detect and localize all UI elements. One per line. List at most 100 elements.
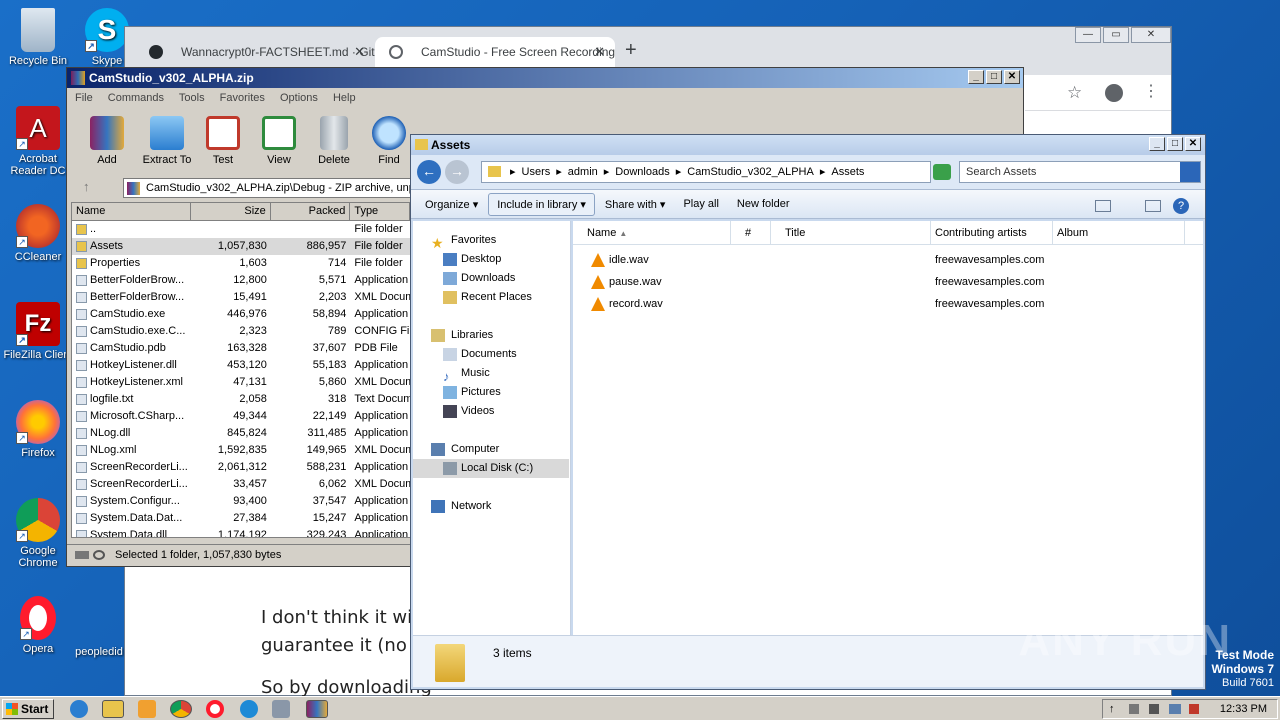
nav-network[interactable]: Network [413, 497, 569, 516]
table-row[interactable]: System.Data.dll 1,174,192 329,243 Applicati… [72, 527, 410, 537]
close-button[interactable]: ✕ [1004, 70, 1020, 84]
column-contributing-artists[interactable]: Contributing artists [931, 221, 1053, 244]
menu-options[interactable]: Options [280, 92, 318, 104]
organize-button[interactable]: Organize ▾ [417, 194, 486, 215]
ie-icon[interactable] [70, 700, 88, 718]
tray-arrow-icon[interactable]: ↑ [1109, 700, 1115, 718]
chrome-tab-github[interactable]: Wannacrypt0r-FACTSHEET.md · Git ✕ [135, 37, 375, 67]
nav-downloads[interactable]: Downloads [413, 269, 569, 288]
nav-documents[interactable]: Documents [413, 345, 569, 364]
archive-path[interactable]: CamStudio_v302_ALPHA.zip\Debug - ZIP arc… [123, 178, 413, 198]
close-button[interactable]: ✕ [1185, 137, 1201, 151]
desktop-icon-filezilla[interactable]: Fz ↗ FileZilla Client [0, 302, 76, 361]
back-button[interactable]: ← [417, 160, 441, 184]
nav-libraries[interactable]: Libraries [413, 326, 569, 345]
search-input[interactable]: Search Assets [959, 161, 1201, 183]
table-row[interactable]: CamStudio.pdb 163,328 37,607 PDB File [72, 340, 410, 357]
new-tab-button[interactable]: + [625, 39, 637, 62]
forward-button[interactable]: → [445, 160, 469, 184]
edge-icon[interactable] [240, 700, 258, 718]
share-with-button[interactable]: Share with ▾ [597, 194, 674, 215]
table-row[interactable]: NLog.xml 1,592,835 149,965 XML Docum [72, 442, 410, 459]
nav-favorites[interactable]: ★ Favorites [413, 231, 569, 251]
close-button[interactable]: ✕ [1131, 27, 1171, 43]
table-row[interactable]: .. File folder [72, 221, 410, 238]
minimize-button[interactable]: _ [1149, 137, 1165, 151]
preview-pane-icon[interactable] [1145, 200, 1161, 212]
up-arrow-icon[interactable]: ↑ [83, 179, 90, 194]
winrar-taskbar-icon[interactable] [306, 700, 328, 718]
address-bar[interactable]: ▸ Users ▸ admin ▸ Downloads ▸ CamStudio_… [481, 161, 931, 183]
table-row[interactable]: BetterFolderBrow... 12,800 5,571 Applicatio… [72, 272, 410, 289]
volume-icon[interactable] [1149, 704, 1159, 714]
view-button[interactable]: View [249, 116, 309, 166]
table-row[interactable]: CamStudio.exe 446,976 58,894 Application [72, 306, 410, 323]
table-row[interactable]: HotkeyListener.xml 47,131 5,860 XML Docum [72, 374, 410, 391]
table-row[interactable]: ScreenRecorderLi... 2,061,312 588,231 Appli… [72, 459, 410, 476]
menu-commands[interactable]: Commands [108, 92, 164, 104]
table-row[interactable]: Assets 1,057,830 886,957 File folder [72, 238, 410, 255]
desktop-icon-recycle-bin[interactable]: Recycle Bin [0, 8, 76, 67]
column-name[interactable]: Name [72, 203, 192, 220]
menu-favorites[interactable]: Favorites [220, 92, 265, 104]
tab-close-icon[interactable]: ✕ [594, 37, 605, 67]
breadcrumb-downloads[interactable]: Downloads [615, 162, 669, 182]
nav-videos[interactable]: Videos [413, 402, 569, 421]
network-tray-icon[interactable] [1169, 704, 1181, 714]
desktop-icon-acrobat[interactable]: A ↗ Acrobat Reader DC [0, 106, 76, 177]
menu-file[interactable]: File [75, 92, 93, 104]
nav-pictures[interactable]: Pictures [413, 383, 569, 402]
table-row[interactable]: HotkeyListener.dll 453,120 55,183 Applicati… [72, 357, 410, 374]
file-row[interactable]: record.wav freewavesamples.com [573, 293, 1203, 315]
nav-recent-places[interactable]: Recent Places [413, 288, 569, 307]
breadcrumb-assets[interactable]: Assets [831, 162, 864, 182]
delete-button[interactable]: Delete [304, 116, 364, 166]
table-row[interactable]: Properties 1,603 714 File folder [72, 255, 410, 272]
chrome-taskbar-icon[interactable] [170, 700, 192, 718]
play-all-button[interactable]: Play all [675, 194, 726, 214]
nav-desktop[interactable]: Desktop [413, 250, 569, 269]
menu-tools[interactable]: Tools [179, 92, 205, 104]
explorer-titlebar[interactable]: Assets _ □ ✕ [411, 135, 1205, 155]
column-packed[interactable]: Packed [271, 203, 351, 220]
opera-taskbar-icon[interactable] [206, 700, 224, 718]
start-button[interactable]: Start [2, 699, 54, 719]
column-size[interactable]: Size [191, 203, 271, 220]
table-row[interactable]: NLog.dll 845,824 311,485 Application [72, 425, 410, 442]
desktop-icon-firefox[interactable]: ↗ Firefox [0, 400, 76, 459]
nav-local-disk[interactable]: Local Disk (C:) [413, 459, 569, 478]
star-icon[interactable]: ☆ [1067, 83, 1082, 103]
minimize-button[interactable]: — [1075, 27, 1101, 43]
table-row[interactable]: ScreenRecorderLi... 33,457 6,062 XML Docum [72, 476, 410, 493]
breadcrumb-users[interactable]: Users [522, 162, 551, 182]
table-row[interactable]: CamStudio.exe.C... 2,323 789 CONFIG Fi [72, 323, 410, 340]
clock[interactable]: 12:33 PM [1220, 700, 1267, 718]
file-row[interactable]: pause.wav freewavesamples.com [573, 271, 1203, 293]
breadcrumb-admin[interactable]: admin [568, 162, 598, 182]
nav-computer[interactable]: Computer [413, 440, 569, 459]
maximize-button[interactable]: □ [1167, 137, 1183, 151]
menu-icon[interactable]: ⋮ [1143, 81, 1159, 101]
column-album[interactable]: Album [1053, 221, 1185, 244]
nav-music[interactable]: ♪ Music [413, 364, 569, 384]
table-row[interactable]: System.Configur... 93,400 37,547 Applicatio… [72, 493, 410, 510]
refresh-icon[interactable] [933, 164, 951, 180]
file-row[interactable]: idle.wav freewavesamples.com [573, 249, 1203, 271]
table-row[interactable]: logfile.txt 2,058 318 Text Docum [72, 391, 410, 408]
desktop-icon-chrome[interactable]: ↗ Google Chrome [0, 498, 76, 569]
column-title[interactable]: Title [771, 221, 931, 244]
view-options-icon[interactable] [1095, 200, 1111, 212]
flag-icon[interactable] [1129, 704, 1139, 714]
search-icon[interactable] [1180, 162, 1200, 182]
help-icon[interactable]: ? [1173, 198, 1189, 214]
table-row[interactable]: Microsoft.CSharp... 49,344 22,149 Applicati… [72, 408, 410, 425]
column-type[interactable]: Type [350, 203, 410, 220]
maximize-button[interactable]: □ [986, 70, 1002, 84]
column-number[interactable]: # [731, 221, 771, 244]
test-button[interactable]: Test [193, 116, 253, 166]
new-folder-button[interactable]: New folder [729, 194, 798, 214]
minimize-button[interactable]: _ [968, 70, 984, 84]
chrome-tab-camstudio[interactable]: CamStudio - Free Screen Recording ✕ [375, 37, 615, 67]
extract-to-button[interactable]: Extract To [137, 116, 197, 166]
menu-help[interactable]: Help [333, 92, 356, 104]
